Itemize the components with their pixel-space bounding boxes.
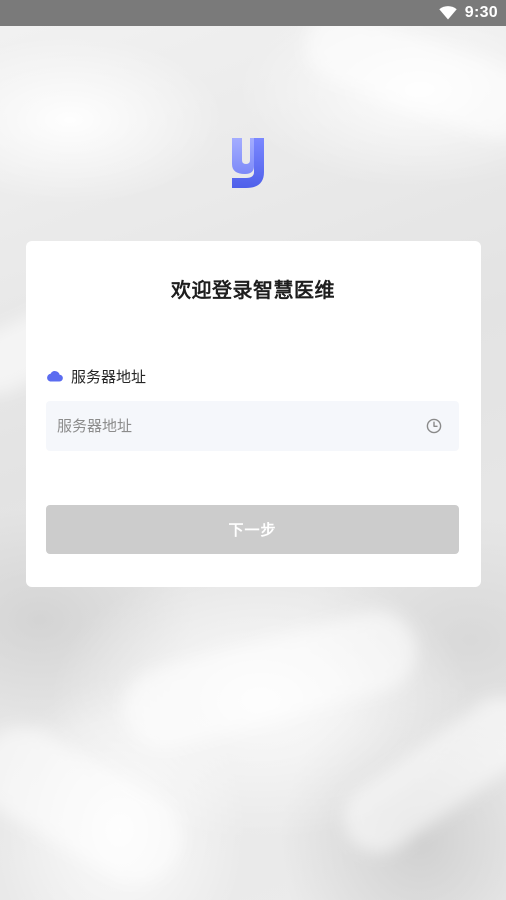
- status-time: 9:30: [464, 4, 498, 21]
- status-bar: 9:30: [0, 0, 506, 26]
- next-step-button[interactable]: 下一步: [46, 505, 459, 554]
- wifi-icon: [439, 6, 457, 20]
- cloud-icon: [47, 371, 63, 382]
- page-title: 欢迎登录智慧医维: [171, 278, 335, 302]
- server-address-field[interactable]: [46, 401, 459, 451]
- server-address-label: 服务器地址: [71, 367, 147, 386]
- server-address-label-row: 服务器地址: [46, 365, 146, 387]
- server-address-input[interactable]: [46, 401, 407, 451]
- history-icon[interactable]: [426, 418, 442, 434]
- app-logo-icon: [228, 136, 270, 192]
- login-screen: 9:30 欢迎登录智慧医维 服务器地址 下一步: [0, 0, 506, 900]
